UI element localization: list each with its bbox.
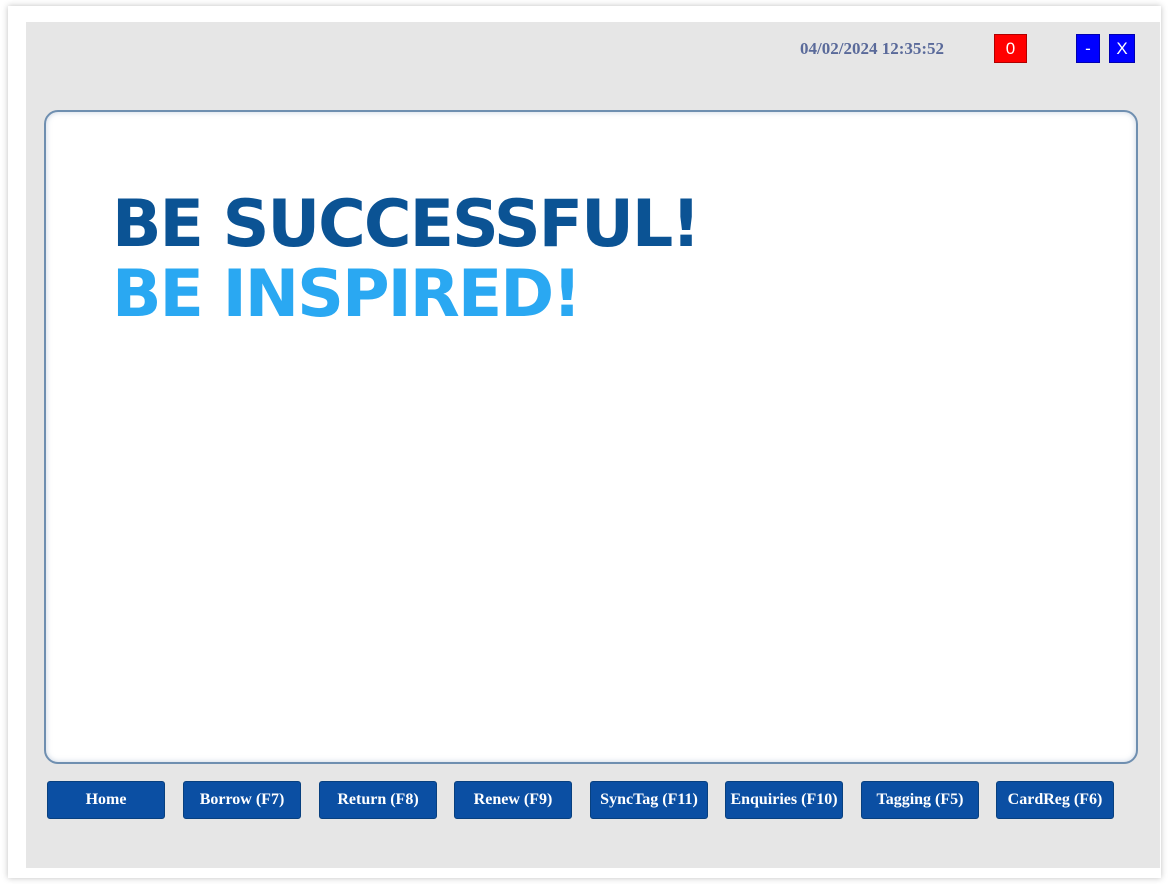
return-button[interactable]: Return (F8) xyxy=(319,781,437,819)
slogan-line-2: BE INSPIRED! xyxy=(112,257,582,332)
borrow-button[interactable]: Borrow (F7) xyxy=(183,781,301,819)
synctag-button[interactable]: SyncTag (F11) xyxy=(590,781,708,819)
tagging-button[interactable]: Tagging (F5) xyxy=(861,781,979,819)
close-button[interactable]: X xyxy=(1109,34,1135,63)
renew-button[interactable]: Renew (F9) xyxy=(454,781,572,819)
slogan-line-1: BE SUCCESSFUL! xyxy=(112,187,701,262)
home-button[interactable]: Home xyxy=(47,781,165,819)
datetime-display: 04/02/2024 12:35:52 xyxy=(800,39,945,58)
counter-badge: 0 xyxy=(994,34,1027,63)
minimize-button[interactable]: - xyxy=(1076,34,1100,63)
cardreg-button[interactable]: CardReg (F6) xyxy=(996,781,1114,819)
enquiries-button[interactable]: Enquiries (F10) xyxy=(725,781,843,819)
